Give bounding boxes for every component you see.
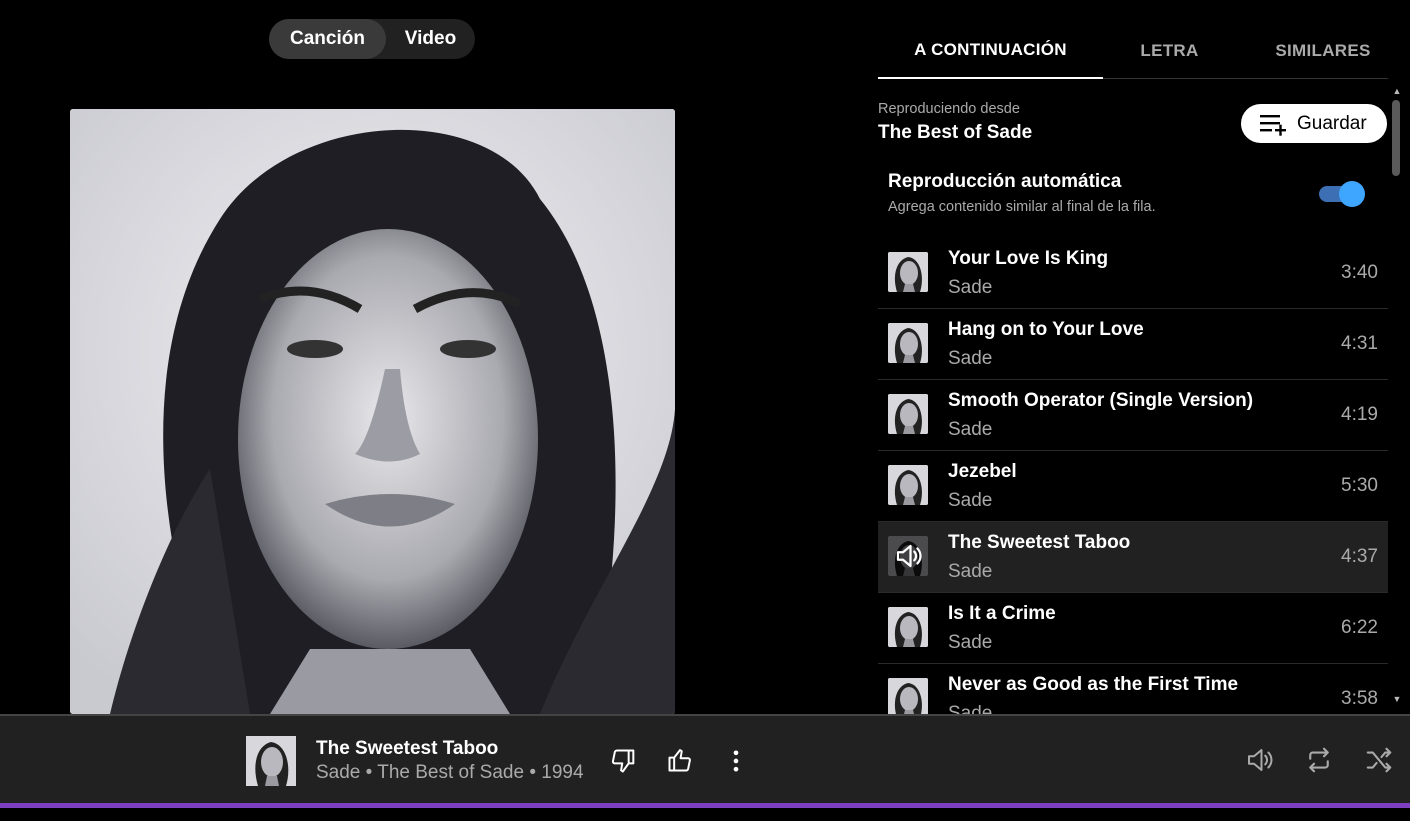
queue-item-thumbnail <box>888 394 928 434</box>
queue-item[interactable]: Your Love Is King Sade 3:40 <box>878 238 1388 309</box>
queue-item-duration: 3:58 <box>1341 688 1378 709</box>
autoplay-subtitle: Agrega contenido similar al final de la … <box>888 199 1156 215</box>
scroll-up-arrow[interactable]: ▲ <box>1392 86 1402 96</box>
queue-item-title: Your Love Is King <box>948 248 1109 269</box>
queue-item-artist[interactable]: Sade <box>948 703 992 714</box>
queue-item-thumbnail <box>888 465 928 505</box>
switch-knob <box>1339 181 1365 207</box>
queue-item-duration: 4:31 <box>1341 333 1378 354</box>
queue-list: Your Love Is King Sade 3:40 Hang on to Your… <box>878 238 1388 714</box>
queue-scrollbar[interactable]: ▲ ▼ <box>1390 86 1404 706</box>
queue-item[interactable]: Jezebel Sade 5:30 <box>878 451 1388 522</box>
queue-item-duration: 4:19 <box>1341 404 1378 425</box>
queue-item-thumbnail <box>888 323 928 363</box>
player-bar: The Sweetest Taboo Sade • The Best of Sa… <box>0 714 1410 804</box>
queue-item[interactable]: Smooth Operator (Single Version) Sade 4:19 <box>878 380 1388 451</box>
queue-item-title: Jezebel <box>948 461 1017 482</box>
queue-item-title: Smooth Operator (Single Version) <box>948 390 1254 411</box>
queue-item-artist[interactable]: Sade <box>948 632 992 654</box>
video-mode-button[interactable]: Video <box>386 19 475 59</box>
thumbs-up-icon[interactable] <box>664 744 696 776</box>
tab-lyrics[interactable]: LETRA <box>1103 22 1236 79</box>
now-playing-title[interactable]: The Sweetest Taboo <box>316 738 498 760</box>
playing-from-label: Reproduciendo desde <box>878 101 1020 117</box>
more-vert-icon[interactable] <box>720 745 752 777</box>
queue-item-title: Never as Good as the First Time <box>948 674 1239 695</box>
queue-panel: A CONTINUACIÓN LETRA SIMILARES Reproduci… <box>878 22 1410 714</box>
queue-item-duration: 6:22 <box>1341 617 1378 638</box>
queue-item-artist[interactable]: Sade <box>948 419 992 441</box>
queue-item[interactable]: Hang on to Your Love Sade 4:31 <box>878 309 1388 380</box>
queue-item-title: Hang on to Your Love <box>948 319 1144 340</box>
queue-item-title: Is It a Crime <box>948 603 1056 624</box>
tab-up-next[interactable]: A CONTINUACIÓN <box>878 22 1103 79</box>
scroll-thumb[interactable] <box>1392 100 1400 176</box>
autoplay-switch[interactable] <box>1319 181 1365 207</box>
queue-item-title: The Sweetest Taboo <box>948 532 1131 553</box>
queue-item-artist[interactable]: Sade <box>948 490 992 512</box>
repeat-icon[interactable] <box>1303 744 1335 776</box>
queue-item[interactable]: Is It a Crime Sade 6:22 <box>878 593 1388 664</box>
save-button[interactable]: Guardar <box>1241 104 1387 143</box>
scroll-down-arrow[interactable]: ▼ <box>1392 694 1402 704</box>
queue-item-artist[interactable]: Sade <box>948 277 992 299</box>
queue-item-duration: 4:37 <box>1341 546 1378 567</box>
shuffle-icon[interactable] <box>1363 744 1395 776</box>
autoplay-title: Reproducción automática <box>888 171 1122 192</box>
save-button-label: Guardar <box>1297 112 1367 134</box>
queue-item-thumbnail <box>888 252 928 292</box>
volume-icon[interactable] <box>1243 744 1275 776</box>
queue-item-duration: 5:30 <box>1341 475 1378 496</box>
queue-item-artist[interactable]: Sade <box>948 561 992 583</box>
queue-item-artist[interactable]: Sade <box>948 348 992 370</box>
tab-bar: A CONTINUACIÓN LETRA SIMILARES <box>878 22 1388 79</box>
playlist-name[interactable]: The Best of Sade <box>878 122 1032 144</box>
now-playing-meta[interactable]: Sade • The Best of Sade • 1994 <box>316 762 584 784</box>
song-video-toggle: Canción Video <box>269 19 475 59</box>
thumbs-down-icon[interactable] <box>608 745 640 777</box>
queue-item-thumbnail <box>888 678 928 714</box>
speaker-icon <box>888 536 928 576</box>
album-art <box>70 109 675 714</box>
queue-item-duration: 3:40 <box>1341 262 1378 283</box>
playlist-add-icon <box>1260 114 1286 136</box>
queue-item[interactable]: The Sweetest Taboo Sade 4:37 <box>878 522 1388 593</box>
taskbar-strip <box>0 808 1410 821</box>
now-playing-cover[interactable] <box>246 736 296 786</box>
queue-item-thumbnail <box>888 607 928 647</box>
song-mode-button[interactable]: Canción <box>269 19 386 59</box>
queue-item[interactable]: Never as Good as the First Time Sade 3:58 <box>878 664 1388 714</box>
tab-related[interactable]: SIMILARES <box>1258 22 1388 79</box>
